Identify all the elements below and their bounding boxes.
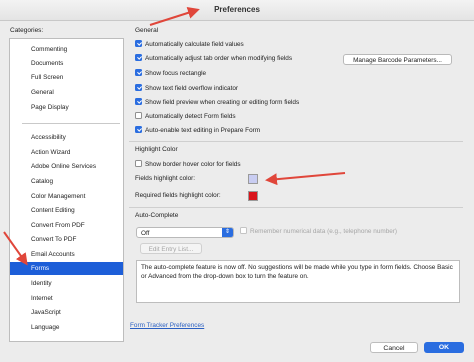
category-item-full-screen[interactable]: Full Screen [10, 71, 123, 84]
category-item-javascript[interactable]: JavaScript [10, 306, 123, 319]
option-field-preview[interactable]: Show field preview when creating or edit… [135, 98, 299, 108]
section-divider [129, 141, 463, 142]
option-remember-numerical[interactable]: Remember numerical data (e.g., telephone… [240, 227, 397, 237]
category-item-commenting[interactable]: Commenting [10, 43, 123, 56]
required-highlight-label: Required fields highlight color: [135, 192, 221, 199]
option-label: Show focus rectangle [145, 70, 207, 77]
option-label: Show border hover color for fields [145, 161, 241, 168]
checkbox[interactable] [135, 54, 142, 61]
category-separator [22, 123, 120, 124]
section-divider [129, 207, 463, 208]
category-item-adobe-online-services[interactable]: Adobe Online Services [10, 160, 123, 173]
categories-list[interactable]: Commenting Documents Full Screen General… [9, 38, 124, 342]
category-item-color-management[interactable]: Color Management [10, 190, 123, 203]
autocomplete-select-value: Off [141, 230, 150, 237]
form-tracker-preferences-link[interactable]: Form Tracker Preferences [130, 322, 204, 329]
cancel-button[interactable]: Cancel [370, 342, 418, 353]
title-bar: Preferences [0, 0, 474, 21]
category-item-general[interactable]: General [10, 86, 123, 99]
autocomplete-section-label: Auto-Complete [135, 212, 179, 219]
checkbox[interactable] [135, 98, 142, 105]
ok-button[interactable]: OK [424, 342, 464, 353]
category-item-action-wizard[interactable]: Action Wizard [10, 146, 123, 159]
category-item-email-accounts[interactable]: Email Accounts [10, 248, 123, 261]
chevron-updown-icon: ⇕ [222, 228, 233, 237]
edit-entry-list-button[interactable]: Edit Entry List... [140, 243, 202, 254]
option-auto-calculate[interactable]: Automatically calculate field values [135, 40, 244, 50]
highlight-section-label: Highlight Color [135, 146, 178, 153]
option-label: Show text field overflow indicator [145, 85, 239, 92]
autocomplete-select[interactable]: Off ⇕ [136, 227, 234, 238]
checkbox[interactable] [135, 69, 142, 76]
option-auto-enable-text-editing[interactable]: Auto-enable text editing in Prepare Form [135, 126, 260, 136]
category-item-accessibility[interactable]: Accessibility [10, 131, 123, 144]
category-item-language[interactable]: Language [10, 321, 123, 334]
option-overflow-indicator[interactable]: Show text field overflow indicator [135, 84, 238, 94]
option-label: Automatically detect Form fields [145, 113, 236, 120]
fields-highlight-color-swatch[interactable] [248, 174, 258, 184]
category-item-page-display[interactable]: Page Display [10, 101, 123, 114]
option-focus-rectangle[interactable]: Show focus rectangle [135, 69, 206, 79]
category-item-convert-from-pdf[interactable]: Convert From PDF [10, 219, 123, 232]
categories-label: Categories: [10, 27, 44, 34]
checkbox[interactable] [135, 84, 142, 91]
required-highlight-color-swatch[interactable] [248, 191, 258, 201]
option-label: Auto-enable text editing in Prepare Form [145, 127, 261, 134]
manage-barcode-button[interactable]: Manage Barcode Parameters... [343, 54, 452, 65]
option-border-hover[interactable]: Show border hover color for fields [135, 160, 241, 170]
category-item-convert-to-pdf[interactable]: Convert To PDF [10, 233, 123, 246]
checkbox[interactable] [135, 160, 142, 167]
category-item-internet[interactable]: Internet [10, 292, 123, 305]
autocomplete-info-text: The auto-complete feature is now off. No… [136, 260, 460, 303]
window-title: Preferences [214, 5, 260, 14]
option-label: Remember numerical data (e.g., telephone… [250, 228, 398, 235]
option-label: Automatically adjust tab order when modi… [145, 55, 293, 62]
checkbox[interactable] [135, 112, 142, 119]
option-label: Automatically calculate field values [145, 41, 244, 48]
category-item-content-editing[interactable]: Content Editing [10, 204, 123, 217]
category-item-catalog[interactable]: Catalog [10, 175, 123, 188]
category-item-documents[interactable]: Documents [10, 57, 123, 70]
checkbox[interactable] [135, 40, 142, 47]
general-section-label: General [135, 27, 159, 34]
fields-highlight-label: Fields highlight color: [135, 175, 196, 182]
option-detect-form-fields[interactable]: Automatically detect Form fields [135, 112, 236, 122]
checkbox[interactable] [240, 227, 247, 234]
option-auto-tab-order[interactable]: Automatically adjust tab order when modi… [135, 54, 292, 64]
category-item-identity[interactable]: Identity [10, 277, 123, 290]
checkbox[interactable] [135, 126, 142, 133]
category-item-forms[interactable]: Forms [10, 262, 123, 275]
annotation-arrow-highlight-color [265, 172, 346, 186]
option-label: Show field preview when creating or edit… [145, 99, 300, 106]
